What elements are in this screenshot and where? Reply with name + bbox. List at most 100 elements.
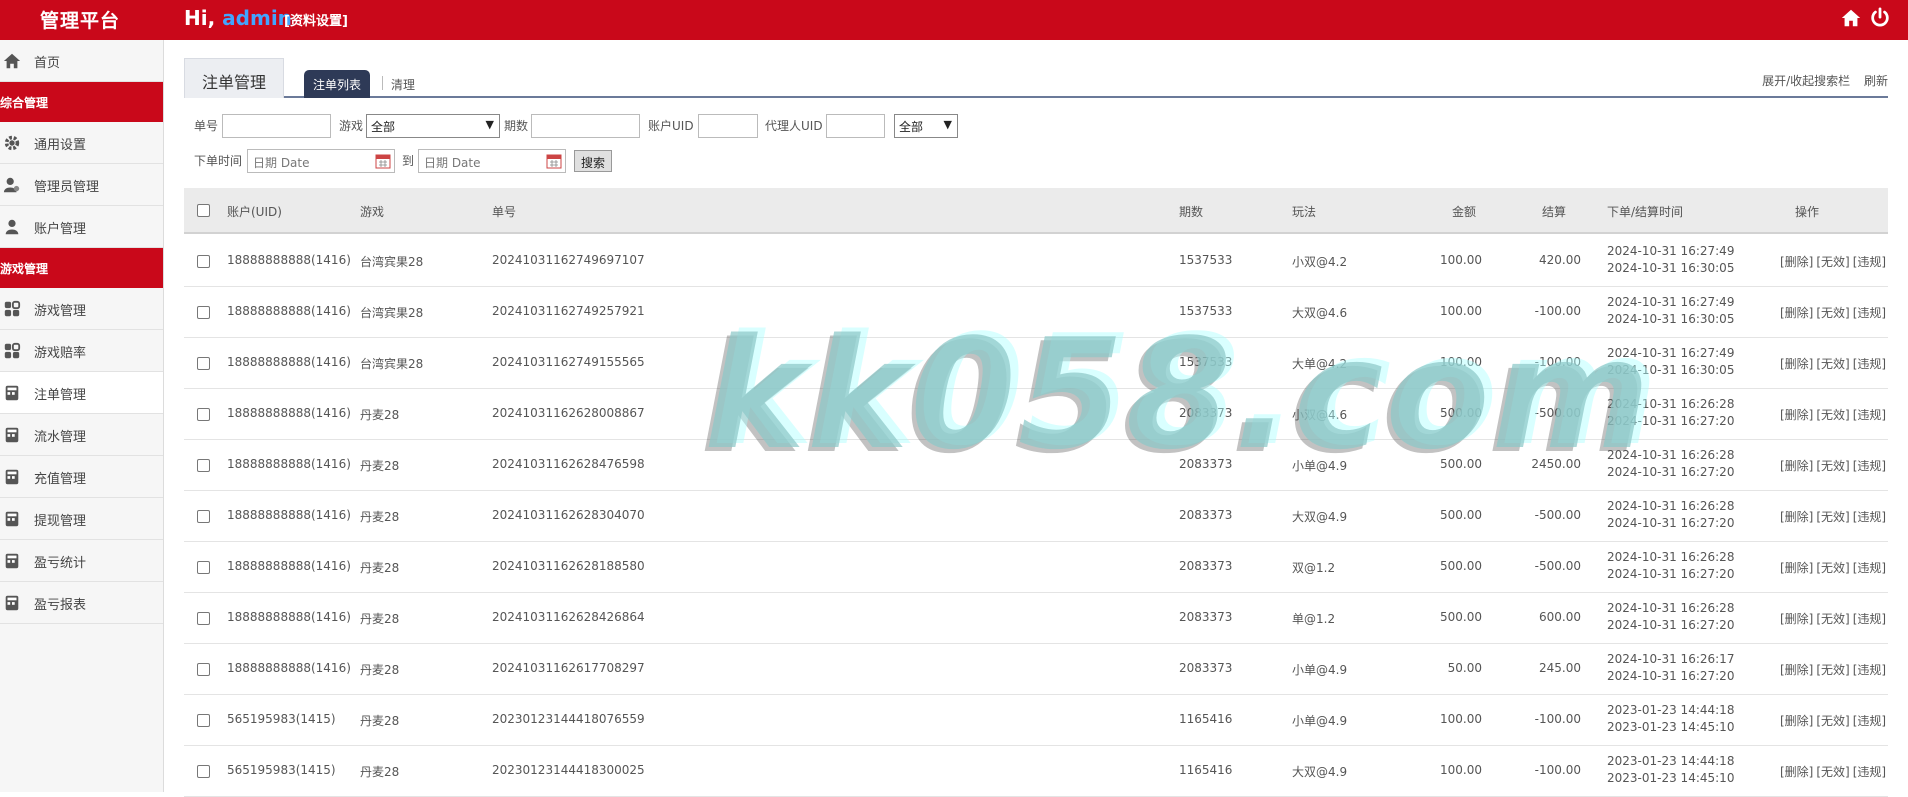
invalid-link[interactable]: [无效] — [1816, 408, 1849, 422]
account-uid-label: 账户UID — [648, 119, 694, 133]
account-uid-input[interactable] — [698, 114, 758, 138]
invalid-link[interactable]: [无效] — [1816, 357, 1849, 371]
end-date-input[interactable]: 日期 Date — [418, 149, 566, 173]
sidebar-item-general-settings[interactable]: 通用设置 — [0, 122, 163, 164]
col-account: 账户(UID) — [227, 205, 282, 219]
delete-link[interactable]: [删除] — [1780, 459, 1813, 473]
row-checkbox[interactable] — [197, 561, 210, 574]
cell-order: 20241031162617708297 — [492, 661, 645, 675]
home-icon[interactable] — [1840, 7, 1862, 29]
violation-link[interactable]: [违规] — [1853, 765, 1886, 779]
cell-actions: [删除] [无效] [违规] — [1780, 304, 1889, 321]
col-settle: 结算 — [1542, 205, 1567, 219]
violation-link[interactable]: [违规] — [1853, 408, 1886, 422]
violation-link[interactable]: [违规] — [1853, 510, 1886, 524]
users-icon — [3, 177, 20, 193]
cell-settle-time: 2023-01-23 14:45:10 — [1607, 771, 1735, 785]
invalid-link[interactable]: [无效] — [1816, 663, 1849, 677]
power-icon[interactable] — [1869, 7, 1891, 29]
invalid-link[interactable]: [无效] — [1816, 714, 1849, 728]
calendar-icon[interactable] — [546, 153, 562, 169]
cell-play: 小双@4.2 — [1292, 255, 1348, 269]
delete-link[interactable]: [删除] — [1780, 663, 1813, 677]
violation-link[interactable]: [违规] — [1853, 459, 1886, 473]
period-input[interactable] — [531, 114, 640, 138]
sidebar-item-account-management[interactable]: 账户管理 — [0, 206, 163, 248]
invalid-link[interactable]: [无效] — [1816, 612, 1849, 626]
invalid-link[interactable]: [无效] — [1816, 459, 1849, 473]
agent-uid-input[interactable] — [826, 114, 885, 138]
delete-link[interactable]: [删除] — [1780, 612, 1813, 626]
row-checkbox[interactable] — [197, 459, 210, 472]
invalid-link[interactable]: [无效] — [1816, 561, 1849, 575]
violation-link[interactable]: [违规] — [1853, 357, 1886, 371]
row-checkbox[interactable] — [197, 357, 210, 370]
row-checkbox[interactable] — [197, 765, 210, 778]
violation-link[interactable]: [违规] — [1853, 306, 1886, 320]
tab-bet-list[interactable]: 注单列表 — [304, 70, 371, 98]
toggle-search-link[interactable]: 展开/收起搜索栏 — [1762, 74, 1850, 88]
brand-title: 管理平台 — [40, 10, 121, 32]
violation-link[interactable]: [违规] — [1853, 255, 1886, 269]
sidebar-item-game-odds[interactable]: 游戏赔率 — [0, 330, 163, 372]
delete-link[interactable]: [删除] — [1780, 765, 1813, 779]
refresh-link[interactable]: 刷新 — [1864, 74, 1888, 88]
order-label: 单号 — [194, 119, 219, 133]
watermark: kk058.com — [704, 306, 1653, 483]
cell-period: 1537533 — [1179, 253, 1233, 267]
sidebar-item-home[interactable]: 首页 — [0, 40, 163, 82]
violation-link[interactable]: [违规] — [1853, 612, 1886, 626]
cell-order-time: 2023-01-23 14:44:18 — [1607, 703, 1735, 717]
cell-settle-time: 2024-10-31 16:27:20 — [1607, 516, 1735, 530]
start-date-input[interactable]: 日期 Date — [247, 149, 395, 173]
delete-link[interactable]: [删除] — [1780, 408, 1813, 422]
cell-account: 565195983(1415) — [227, 712, 336, 726]
cell-game: 丹麦28 — [360, 561, 400, 575]
sidebar-group-game[interactable]: 游戏管理 — [0, 248, 163, 288]
delete-link[interactable]: [删除] — [1780, 510, 1813, 524]
tab-divider — [382, 76, 383, 90]
sidebar-item-turnover-management[interactable]: 流水管理 — [0, 414, 163, 456]
row-checkbox[interactable] — [197, 663, 210, 676]
game-select[interactable]: 全部 ▼ — [366, 114, 500, 138]
cell-account: 18888888888(1416) — [227, 304, 351, 318]
cell-account: 18888888888(1416) — [227, 610, 351, 624]
tab-clear[interactable]: 清理 — [391, 76, 415, 93]
order-input[interactable] — [222, 114, 331, 138]
invalid-link[interactable]: [无效] — [1816, 510, 1849, 524]
cell-period: 1165416 — [1179, 763, 1233, 777]
status-select[interactable]: 全部 ▼ — [894, 114, 958, 138]
invalid-link[interactable]: [无效] — [1816, 306, 1849, 320]
delete-link[interactable]: [删除] — [1780, 714, 1813, 728]
sidebar-item-profit-report[interactable]: 盈亏报表 — [0, 582, 163, 624]
violation-link[interactable]: [违规] — [1853, 663, 1886, 677]
cell-account: 18888888888(1416) — [227, 661, 351, 675]
calendar-icon[interactable] — [375, 153, 391, 169]
cell-actions: [删除] [无效] [违规] — [1780, 559, 1889, 576]
sidebar-item-label: 游戏管理 — [34, 304, 87, 319]
sidebar-item-bet-management[interactable]: 注单管理 — [0, 372, 163, 414]
sidebar-item-recharge-management[interactable]: 充值管理 — [0, 456, 163, 498]
row-checkbox[interactable] — [197, 714, 210, 727]
row-checkbox[interactable] — [197, 612, 210, 625]
violation-link[interactable]: [违规] — [1853, 714, 1886, 728]
sidebar-item-profit-stats[interactable]: 盈亏统计 — [0, 540, 163, 582]
sidebar-item-withdraw-management[interactable]: 提现管理 — [0, 498, 163, 540]
row-checkbox[interactable] — [197, 306, 210, 319]
delete-link[interactable]: [删除] — [1780, 255, 1813, 269]
delete-link[interactable]: [删除] — [1780, 306, 1813, 320]
delete-link[interactable]: [删除] — [1780, 357, 1813, 371]
row-checkbox[interactable] — [197, 255, 210, 268]
invalid-link[interactable]: [无效] — [1816, 765, 1849, 779]
violation-link[interactable]: [违规] — [1853, 561, 1886, 575]
invalid-link[interactable]: [无效] — [1816, 255, 1849, 269]
row-checkbox[interactable] — [197, 510, 210, 523]
sidebar-item-game-management[interactable]: 游戏管理 — [0, 288, 163, 330]
sidebar-group-general[interactable]: 综合管理 — [0, 82, 163, 122]
delete-link[interactable]: [删除] — [1780, 561, 1813, 575]
select-all-checkbox[interactable] — [197, 204, 210, 217]
profile-settings-link[interactable]: [资料设置] — [284, 10, 348, 29]
row-checkbox[interactable] — [197, 408, 210, 421]
search-button[interactable]: 搜索 — [574, 150, 613, 172]
sidebar-item-admin-management[interactable]: 管理员管理 — [0, 164, 163, 206]
